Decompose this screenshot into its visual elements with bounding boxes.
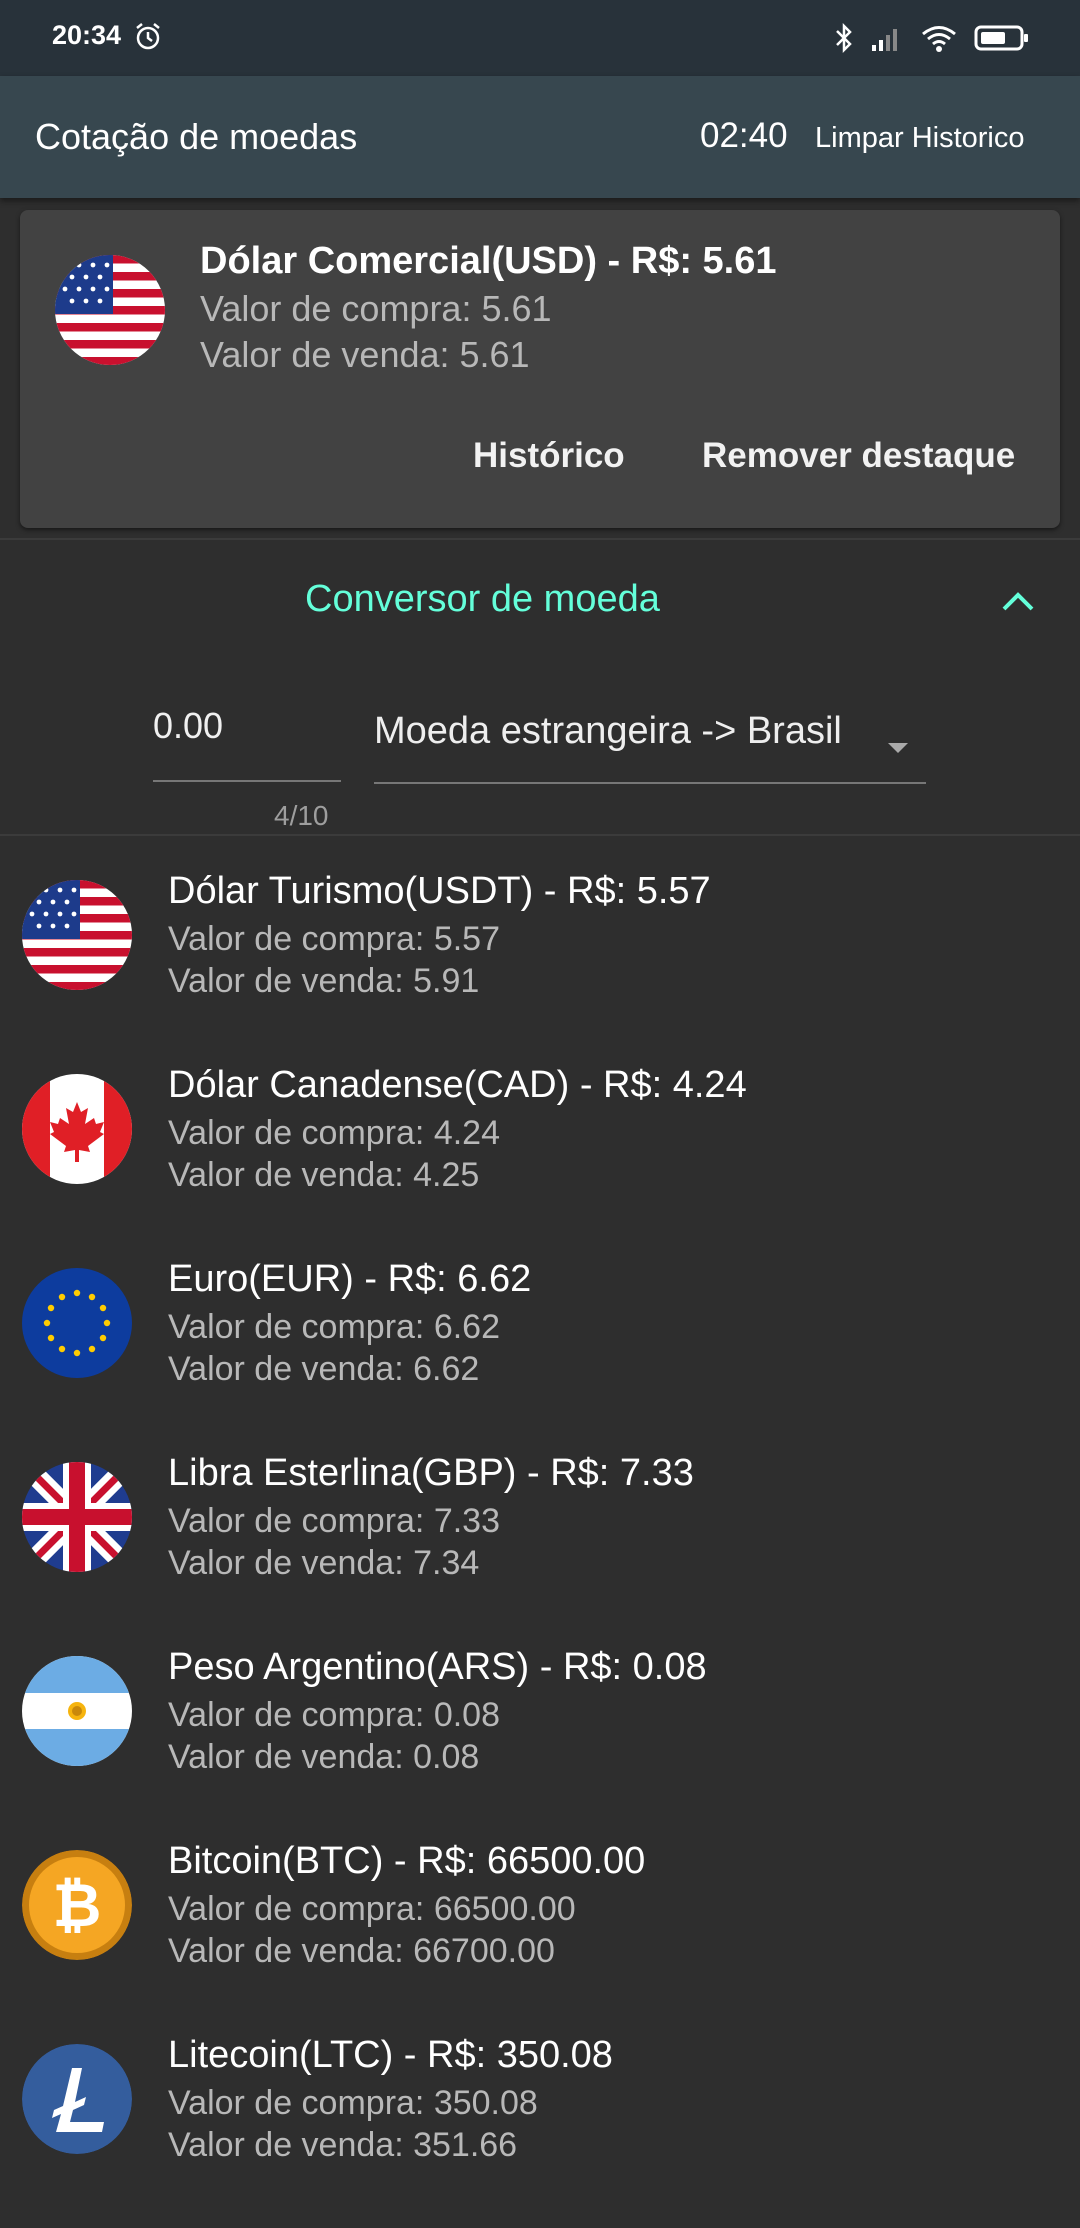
clear-history-button[interactable]: Limpar Historico <box>815 122 1025 155</box>
list-item[interactable]: Dólar Turismo(USDT) - R$: 5.57 Valor de … <box>0 870 1080 1064</box>
currency-buy-value: Valor de compra: 4.24 <box>168 1114 500 1152</box>
currency-buy-value: Valor de compra: 66500.00 <box>168 1890 576 1928</box>
featured-buy-value: Valor de compra: 5.61 <box>200 288 552 329</box>
currency-sell-value: Valor de venda: 0.08 <box>168 1738 480 1776</box>
select-underline <box>374 782 926 784</box>
wifi-icon <box>922 26 956 52</box>
featured-title: Dólar Comercial(USD) - R$: 5.61 <box>200 240 777 282</box>
conversion-direction-value: Moeda estrangeira -> Brasil <box>374 710 842 752</box>
bitcoin-icon: ₿ <box>22 1850 132 1960</box>
currency-sell-value: Valor de venda: 351.66 <box>168 2126 518 2164</box>
currency-buy-value: Valor de compra: 7.33 <box>168 1502 500 1540</box>
bluetooth-icon <box>836 22 852 54</box>
app-bar: Cotação de moedas 02:40 Limpar Historico <box>0 76 1080 198</box>
divider <box>0 834 1080 836</box>
chevron-up-icon[interactable] <box>1000 588 1036 614</box>
currency-title: Dólar Canadense(CAD) - R$: 4.24 <box>168 1064 747 1106</box>
eu-flag-icon <box>22 1268 132 1378</box>
list-item[interactable]: Peso Argentino(ARS) - R$: 0.08 Valor de … <box>0 1646 1080 1840</box>
currency-buy-value: Valor de compra: 6.62 <box>168 1308 500 1346</box>
currency-buy-value: Valor de compra: 350.08 <box>168 2084 538 2122</box>
list-item[interactable]: Litecoin(LTC) - R$: 350.08 Valor de comp… <box>0 2034 1080 2228</box>
page-title: Cotação de moedas <box>35 116 358 157</box>
currency-title: Bitcoin(BTC) - R$: 66500.00 <box>168 1840 646 1882</box>
currency-sell-value: Valor de venda: 7.34 <box>168 1544 480 1582</box>
alarm-icon <box>136 23 160 50</box>
list-item[interactable]: ₿ Bitcoin(BTC) - R$: 66500.00 Valor de c… <box>0 1840 1080 2034</box>
list-item[interactable]: Libra Esterlina(GBP) - R$: 7.33 Valor de… <box>0 1452 1080 1646</box>
svg-text:₿: ₿ <box>53 1871 102 1941</box>
featured-sell-value: Valor de venda: 5.61 <box>200 334 530 375</box>
currency-title: Dólar Turismo(USDT) - R$: 5.57 <box>168 870 711 912</box>
status-bar: 20:34 <box>0 0 1080 76</box>
divider <box>0 538 1080 540</box>
remove-highlight-button[interactable]: Remover destaque <box>702 436 1015 476</box>
litecoin-icon <box>22 2044 132 2154</box>
currency-title: Litecoin(LTC) - R$: 350.08 <box>168 2034 613 2076</box>
status-time: 20:34 <box>52 20 122 50</box>
dropdown-arrow-icon <box>888 743 908 753</box>
history-button[interactable]: Histórico <box>473 436 625 476</box>
currency-sell-value: Valor de venda: 5.91 <box>168 962 480 1000</box>
battery-icon <box>974 25 1028 51</box>
converter-title: Conversor de moeda <box>305 578 660 620</box>
signal-icon <box>872 29 897 51</box>
list-item[interactable]: Dólar Canadense(CAD) - R$: 4.24 Valor de… <box>0 1064 1080 1258</box>
currency-buy-value: Valor de compra: 5.57 <box>168 920 500 958</box>
currency-title: Euro(EUR) - R$: 6.62 <box>168 1258 532 1300</box>
currency-sell-value: Valor de venda: 66700.00 <box>168 1932 555 1970</box>
amount-char-counter: 4/10 <box>274 800 329 831</box>
currency-title: Libra Esterlina(GBP) - R$: 7.33 <box>168 1452 694 1494</box>
uk-flag-icon <box>22 1462 132 1572</box>
amount-input[interactable]: 0.00 <box>153 705 223 747</box>
featured-currency-card: Dólar Comercial(USD) - R$: 5.61 Valor de… <box>20 210 1060 528</box>
amount-input-underline <box>153 780 341 782</box>
currency-title: Peso Argentino(ARS) - R$: 0.08 <box>168 1646 707 1688</box>
argentina-flag-icon <box>22 1656 132 1766</box>
canada-flag-icon <box>22 1074 132 1184</box>
usa-flag-icon <box>55 255 165 365</box>
currency-sell-value: Valor de venda: 4.25 <box>168 1156 480 1194</box>
currency-sell-value: Valor de venda: 6.62 <box>168 1350 480 1388</box>
usa-flag-icon <box>22 880 132 990</box>
list-item[interactable]: Euro(EUR) - R$: 6.62 Valor de compra: 6.… <box>0 1258 1080 1452</box>
refresh-timer: 02:40 <box>700 116 788 155</box>
currency-buy-value: Valor de compra: 0.08 <box>168 1696 500 1734</box>
